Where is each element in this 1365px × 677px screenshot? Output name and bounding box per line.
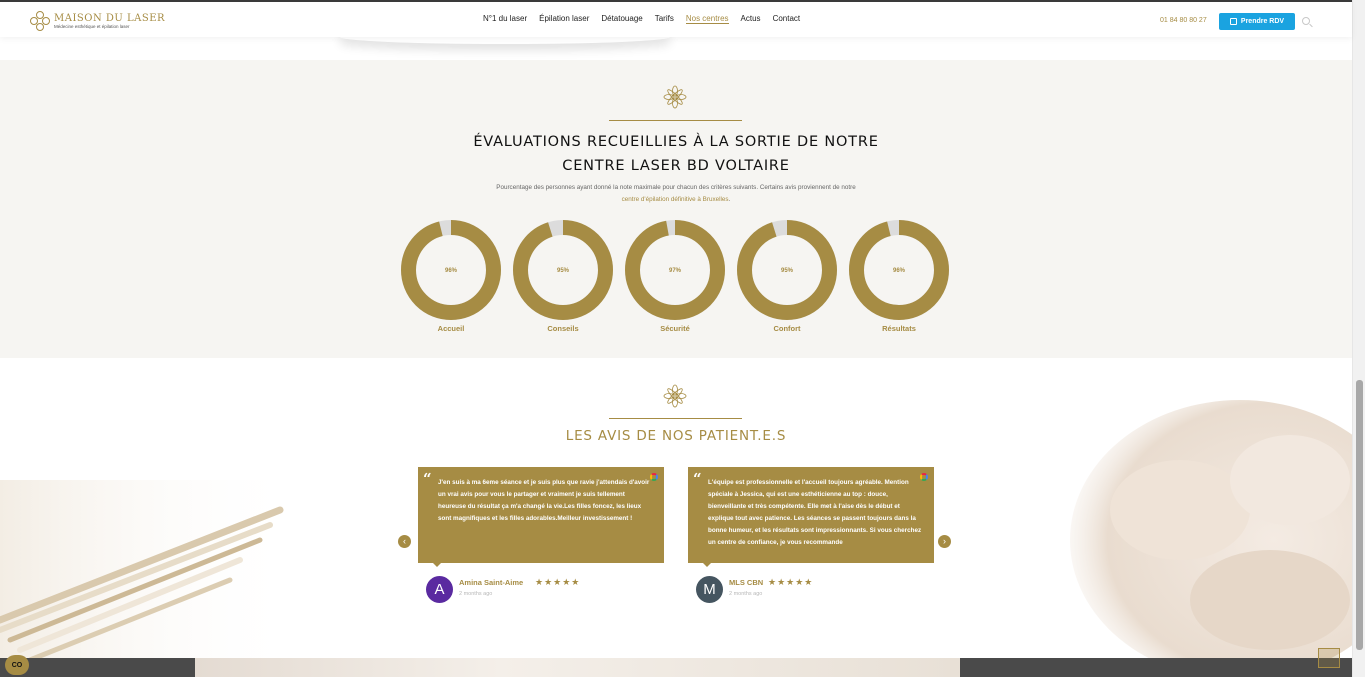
donut-value: 96% [893,268,906,274]
mandala-ornament-icon [663,384,687,408]
site-header: MAISON DU LASER Médecine esthétique et é… [0,0,1352,37]
logo-subtitle: Médecine esthétique et épilation laser [54,23,130,29]
donut-chart: 95% [737,220,837,320]
bruxelles-link[interactable]: centre d'épilation définitive à Bruxelle… [622,196,729,203]
phone-link[interactable]: 01 84 80 80 27 [1160,17,1207,24]
ratings-title: ÉVALUATIONS RECUEILLIES À LA SORTIE DE N… [360,130,992,178]
ratings-title-line1: ÉVALUATIONS RECUEILLIES À LA SORTIE DE N… [473,134,879,150]
review-card: “ J'en suis à ma 6eme séance et je suis … [418,467,664,563]
nav-item-nos-centres[interactable]: Nos centres [685,14,729,24]
quote-icon: “ [693,470,702,488]
logo-flower-icon [30,11,50,31]
donut-accueil: 96% Accueil [401,220,503,333]
donut-chart: 95% [513,220,613,320]
review-card: “ L'équipe est professionnelle et l'accu… [688,467,934,563]
prendre-rdv-label: Prendre RDV [1240,18,1285,25]
donut-conseils: 95% Conseils [513,220,615,333]
review-date: 2 months ago [729,591,763,597]
donut-securite: 97% Sécurité [625,220,727,333]
next-section-image [195,658,960,677]
review-tail [702,562,712,567]
donut-label: Conseils [547,324,579,333]
review-tail [432,562,442,567]
scrollbar-thumb[interactable] [1356,380,1363,650]
scroll-to-top-button[interactable] [1318,648,1340,668]
cookie-settings-button[interactable]: CO [5,655,29,675]
google-icon [920,473,928,481]
logo[interactable]: MAISON DU LASER Médecine esthétique et é… [30,11,165,31]
towel-background-image [1070,400,1352,660]
google-icon [650,473,658,481]
nav-item-detatouage[interactable]: Détatouage [601,14,642,24]
avatar: M [696,576,723,603]
calendar-icon [1229,18,1237,25]
nav-item-tarifs[interactable]: Tarifs [655,14,674,24]
title-divider [609,120,742,121]
donut-confort: 95% Confort [737,220,839,333]
star-rating: ★★★★★ [768,577,814,587]
review-date: 2 months ago [459,591,493,597]
prendre-rdv-button[interactable]: Prendre RDV [1219,13,1295,30]
donut-value: 95% [557,268,570,274]
main-nav: N°1 du laser Épilation laser Détatouage … [483,14,800,24]
page: MAISON DU LASER Médecine esthétique et é… [0,0,1365,677]
donut-label: Accueil [437,324,465,333]
donut-label: Confort [773,324,801,333]
ratings-section: ÉVALUATIONS RECUEILLIES À LA SORTIE DE N… [0,60,1352,358]
donut-resultats: 96% Résultats [849,220,951,333]
reviews-divider [609,418,742,419]
ratings-description-end: . [728,196,731,203]
review-author[interactable]: MLS CBN [729,578,763,587]
donut-value: 95% [781,268,794,274]
quote-icon: “ [423,470,432,488]
brushes-background-image [0,480,300,660]
search-icon[interactable] [1302,17,1310,25]
nav-item-actus[interactable]: Actus [741,14,761,24]
mandala-ornament-icon [663,85,687,109]
reviews-title: LES AVIS DE NOS PATIENT.E.S [565,428,787,444]
donut-label: Sécurité [660,324,690,333]
review-author[interactable]: Amina Saint-Aime [459,578,523,587]
nav-item-contact[interactable]: Contact [773,14,801,24]
review-text: L'équipe est professionnelle et l'accuei… [708,479,922,546]
page-scrollbar[interactable] [1352,0,1365,677]
ratings-title-line2: CENTRE LASER BD VOLTAIRE [562,158,790,174]
donut-value: 97% [669,268,682,274]
donut-label: Résultats [882,324,916,333]
star-rating: ★★★★★ [535,577,581,587]
carousel-next-button[interactable]: › [938,535,951,548]
donut-chart: 97% [625,220,725,320]
ratings-description: Pourcentage des personnes ayant donné la… [410,182,942,206]
ratings-description-text: Pourcentage des personnes ayant donné la… [496,184,856,191]
nav-item-n1-laser[interactable]: N°1 du laser [483,14,527,24]
review-text: J'en suis à ma 6eme séance et je suis pl… [438,479,650,522]
donut-chart: 96% [401,220,501,320]
donut-value: 96% [445,268,458,274]
donut-chart: 96% [849,220,949,320]
avatar: A [426,576,453,603]
carousel-prev-button[interactable]: ‹ [398,535,411,548]
logo-title: MAISON DU LASER [54,12,166,24]
nav-item-epilation[interactable]: Épilation laser [539,14,589,24]
